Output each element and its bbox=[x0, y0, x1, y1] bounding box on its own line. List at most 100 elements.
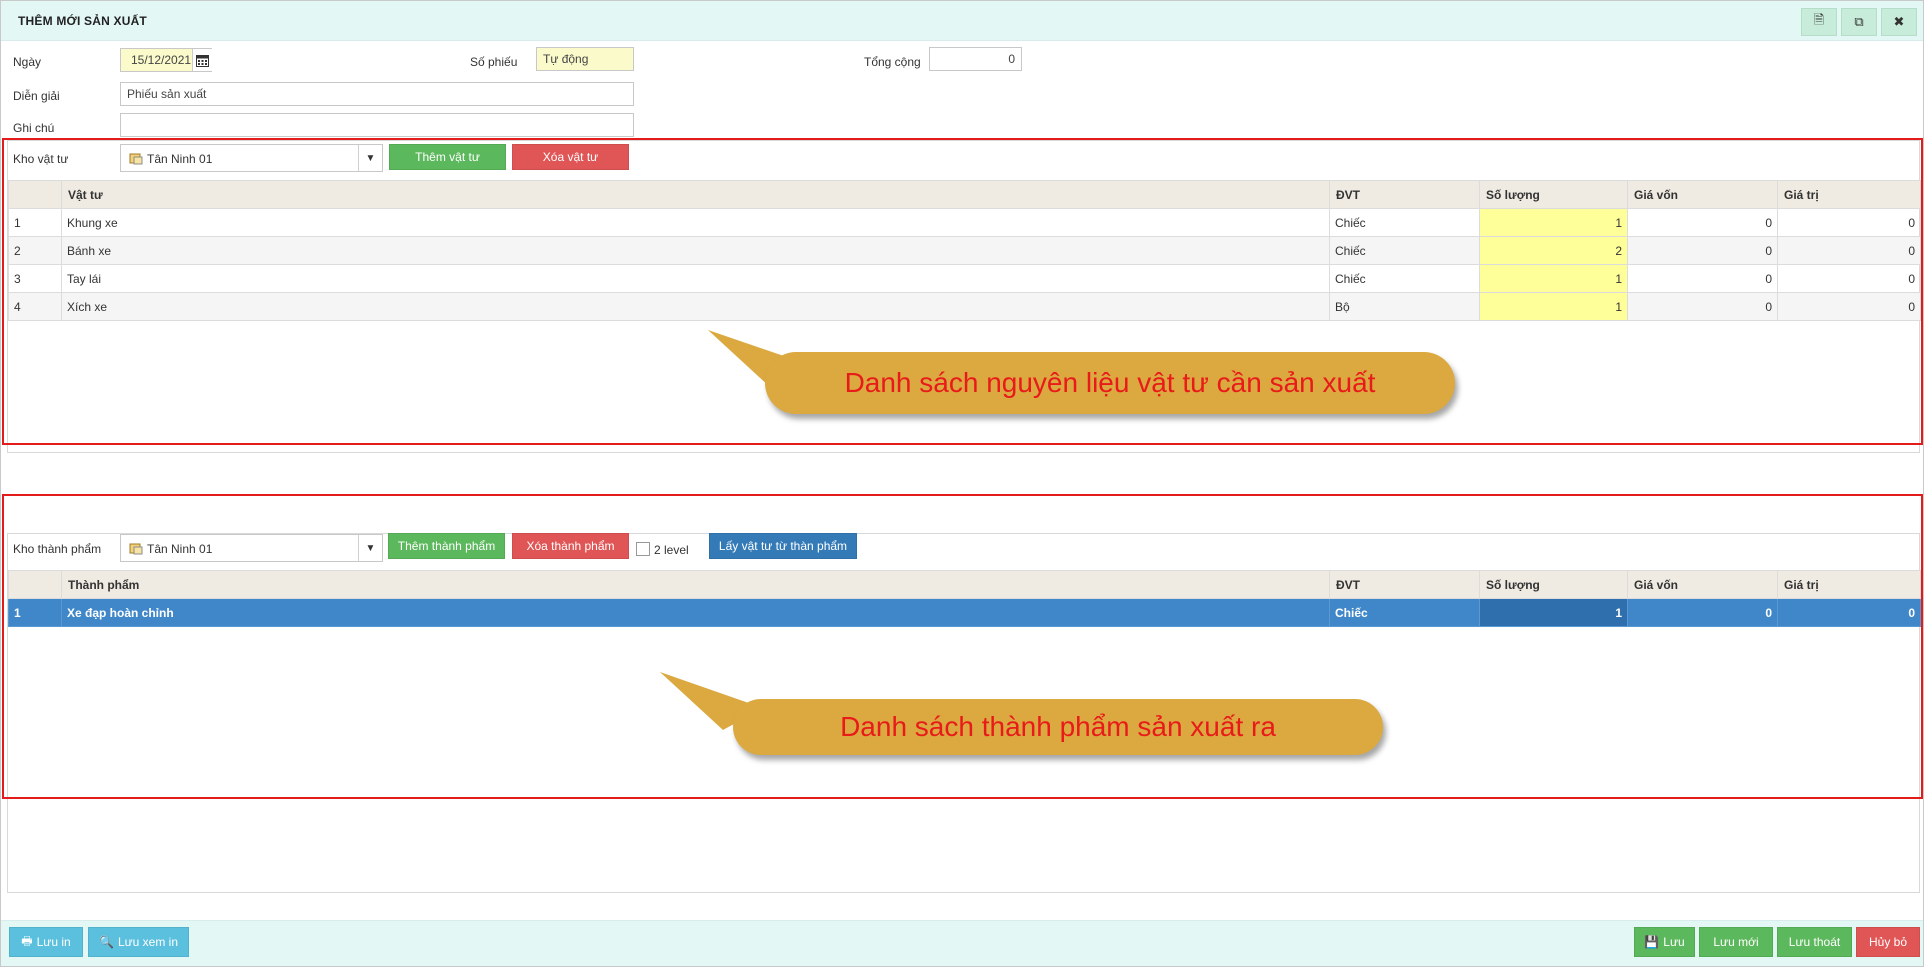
material-value: 0 bbox=[1777, 208, 1921, 237]
product-warehouse-label: Kho thành phẩm bbox=[13, 542, 102, 556]
search-icon: 🔍 bbox=[98, 935, 114, 949]
material-cost[interactable]: 0 bbox=[1627, 236, 1778, 265]
save-new-button[interactable]: Lưu mới bbox=[1699, 927, 1773, 957]
fetch-materials-button[interactable]: Lấy vật tư từ thàn phẩm bbox=[709, 533, 857, 559]
document-icon: 🗎 bbox=[1813, 12, 1825, 27]
warehouse-icon bbox=[129, 543, 143, 555]
delete-product-button[interactable]: Xóa thành phẩm bbox=[512, 533, 629, 559]
row-number: 4 bbox=[8, 292, 62, 321]
voucher-value: Tự động bbox=[543, 52, 589, 66]
material-value: 0 bbox=[1777, 292, 1921, 321]
table-row[interactable]: 4 Xích xe Bộ 1 0 0 bbox=[8, 292, 1921, 321]
product-name[interactable]: Xe đạp hoàn chỉnh bbox=[61, 598, 1330, 627]
description-field[interactable]: Phiếu sản xuất bbox=[120, 82, 634, 106]
total-field[interactable]: 0 bbox=[929, 47, 1022, 71]
chevron-down-icon[interactable]: ▼ bbox=[358, 145, 382, 171]
table-row[interactable]: 1 Khung xe Chiếc 1 0 0 bbox=[8, 208, 1921, 237]
add-material-button[interactable]: Thêm vật tư bbox=[389, 144, 506, 170]
footer-bar: 🖶 Lưu in 🔍 Lưu xem in 💾 Lưu Lưu mới Lưu tho… bbox=[1, 920, 1923, 966]
col-header-cost[interactable]: Giá vốn bbox=[1627, 180, 1778, 209]
date-label: Ngày bbox=[13, 55, 42, 69]
product-unit[interactable]: Chiếc bbox=[1329, 598, 1480, 627]
chevron-down-icon[interactable]: ▼ bbox=[358, 535, 382, 561]
product-value: 0 bbox=[1777, 598, 1921, 627]
description-value: Phiếu sản xuất bbox=[127, 87, 207, 101]
materials-header-row: Vật tư ĐVT Số lượng Giá vốn Giá trị bbox=[8, 180, 1921, 209]
two-level-checkbox[interactable] bbox=[636, 542, 650, 556]
material-cost[interactable]: 0 bbox=[1627, 264, 1778, 293]
material-name[interactable]: Xích xe bbox=[61, 292, 1330, 321]
material-quantity[interactable]: 1 bbox=[1479, 264, 1628, 293]
print-save-button[interactable]: 🖶 Lưu in bbox=[9, 927, 83, 957]
product-warehouse-select[interactable]: Tân Ninh 01 ▼ bbox=[120, 534, 383, 562]
export-button[interactable]: 🗎 bbox=[1801, 8, 1837, 36]
total-label: Tổng cộng bbox=[864, 55, 921, 69]
material-value: 0 bbox=[1777, 236, 1921, 265]
material-cost[interactable]: 0 bbox=[1627, 292, 1778, 321]
warehouse-icon bbox=[129, 153, 143, 165]
row-number: 1 bbox=[8, 598, 62, 627]
material-unit[interactable]: Chiếc bbox=[1329, 236, 1480, 265]
col-header-cost[interactable]: Giá vốn bbox=[1627, 570, 1778, 599]
material-warehouse-label: Kho vật tư bbox=[13, 152, 69, 166]
col-header-value[interactable]: Giá trị bbox=[1777, 180, 1921, 209]
print-icon: 🖶 bbox=[21, 933, 33, 948]
save-exit-button[interactable]: Lưu thoát bbox=[1777, 927, 1852, 957]
material-unit[interactable]: Bộ bbox=[1329, 292, 1480, 321]
material-warehouse-value: Tân Ninh 01 bbox=[147, 152, 213, 166]
col-header-unit[interactable]: ĐVT bbox=[1329, 570, 1480, 599]
material-quantity[interactable]: 1 bbox=[1479, 208, 1628, 237]
col-header-quantity[interactable]: Số lượng bbox=[1479, 180, 1628, 209]
description-label: Diễn giải bbox=[13, 89, 60, 103]
col-header bbox=[8, 180, 62, 209]
material-unit[interactable]: Chiếc bbox=[1329, 208, 1480, 237]
preview-save-label: Lưu xem in bbox=[117, 935, 178, 949]
materials-callout: Danh sách nguyên liệu vật tư cần sản xuấ… bbox=[765, 352, 1455, 414]
material-quantity[interactable]: 2 bbox=[1479, 236, 1628, 265]
material-cost[interactable]: 0 bbox=[1627, 208, 1778, 237]
col-header bbox=[8, 570, 62, 599]
table-row[interactable]: 3 Tay lái Chiếc 1 0 0 bbox=[8, 264, 1921, 293]
save-label: Lưu bbox=[1663, 935, 1685, 949]
product-quantity[interactable]: 1 bbox=[1479, 598, 1628, 627]
col-header-value[interactable]: Giá trị bbox=[1777, 570, 1921, 599]
material-unit[interactable]: Chiếc bbox=[1329, 264, 1480, 293]
calendar-icon[interactable] bbox=[192, 49, 212, 71]
copy-icon: ⧉ bbox=[1854, 14, 1864, 29]
table-row[interactable]: 2 Bánh xe Chiếc 2 0 0 bbox=[8, 236, 1921, 265]
table-row-selected[interactable]: 1 Xe đạp hoàn chỉnh Chiếc 1 0 0 bbox=[8, 598, 1921, 627]
col-header-material[interactable]: Vật tư bbox=[61, 180, 1330, 209]
window-title: THÊM MỚI SẢN XUẤT bbox=[18, 14, 147, 28]
voucher-field[interactable]: Tự động bbox=[536, 47, 634, 71]
col-header-quantity[interactable]: Số lượng bbox=[1479, 570, 1628, 599]
materials-table: Vật tư ĐVT Số lượng Giá vốn Giá trị 1 Kh… bbox=[8, 180, 1921, 321]
two-level-label: 2 level bbox=[654, 543, 689, 557]
delete-material-button[interactable]: Xóa vật tư bbox=[512, 144, 629, 170]
products-callout: Danh sách thành phẩm sản xuất ra bbox=[733, 699, 1383, 755]
col-header-unit[interactable]: ĐVT bbox=[1329, 180, 1480, 209]
cancel-button[interactable]: Hủy bỏ bbox=[1856, 927, 1920, 957]
material-value: 0 bbox=[1777, 264, 1921, 293]
col-header-product[interactable]: Thành phẩm bbox=[61, 570, 1330, 599]
add-product-button[interactable]: Thêm thành phẩm bbox=[388, 533, 505, 559]
preview-save-button[interactable]: 🔍 Lưu xem in bbox=[88, 927, 189, 957]
material-name[interactable]: Khung xe bbox=[61, 208, 1330, 237]
print-save-label: Lưu in bbox=[36, 935, 71, 949]
note-field[interactable] bbox=[120, 113, 634, 137]
save-button[interactable]: 💾 Lưu bbox=[1634, 927, 1695, 957]
total-value: 0 bbox=[1008, 52, 1015, 66]
note-label: Ghi chú bbox=[13, 121, 55, 135]
material-warehouse-select[interactable]: Tân Ninh 01 ▼ bbox=[120, 144, 383, 172]
date-value: 15/12/2021 bbox=[131, 53, 192, 67]
close-button[interactable]: ✖ bbox=[1881, 8, 1917, 36]
material-name[interactable]: Bánh xe bbox=[61, 236, 1330, 265]
material-name[interactable]: Tay lái bbox=[61, 264, 1330, 293]
material-quantity[interactable]: 1 bbox=[1479, 292, 1628, 321]
row-number: 2 bbox=[8, 236, 62, 265]
duplicate-button[interactable]: ⧉ bbox=[1841, 8, 1877, 36]
product-cost[interactable]: 0 bbox=[1627, 598, 1778, 627]
row-number: 1 bbox=[8, 208, 62, 237]
row-number: 3 bbox=[8, 264, 62, 293]
close-icon: ✖ bbox=[1893, 14, 1905, 29]
floppy-icon: 💾 bbox=[1644, 935, 1660, 949]
